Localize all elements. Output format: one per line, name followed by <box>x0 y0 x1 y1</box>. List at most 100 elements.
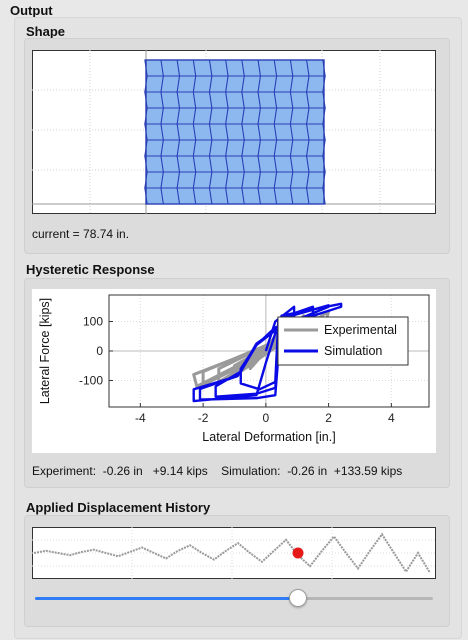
mesh-element <box>160 155 181 173</box>
mesh-element <box>192 139 213 157</box>
mesh-element <box>257 139 278 157</box>
mesh-element <box>273 123 294 141</box>
mesh-element <box>160 91 181 109</box>
mesh-element <box>241 123 262 141</box>
shape-plot <box>32 50 436 214</box>
mesh-element <box>176 107 197 125</box>
mesh-element <box>257 171 278 189</box>
mesh-element <box>289 139 310 157</box>
current-point-marker <box>292 547 304 559</box>
y-tick-label: 100 <box>83 315 103 329</box>
x-axis-label: Lateral Deformation [in.] <box>202 430 335 444</box>
mesh-element <box>273 75 294 93</box>
time-slider-fill <box>35 597 298 600</box>
mesh-element <box>241 91 262 109</box>
mesh-element <box>208 75 229 93</box>
legend-label-simulation: Simulation <box>324 344 382 358</box>
mesh-element <box>192 107 213 125</box>
mesh-element <box>144 107 164 125</box>
mesh-element <box>306 59 326 77</box>
mesh-element <box>192 187 213 205</box>
mesh-element <box>273 155 294 173</box>
mesh-element <box>273 59 294 77</box>
mesh-element <box>225 91 245 109</box>
mesh-element <box>241 187 262 205</box>
history-section-title: Applied Displacement History <box>26 500 211 515</box>
mesh-element <box>144 123 164 141</box>
mesh-element <box>225 75 245 93</box>
mesh-element <box>192 75 213 93</box>
history-canvas <box>32 527 436 579</box>
mesh-element <box>257 59 278 77</box>
x-tick-label: 2 <box>325 411 332 425</box>
mesh-element <box>160 75 181 93</box>
mesh-element <box>160 139 181 157</box>
mesh-element <box>306 91 326 109</box>
history-grid <box>32 527 436 579</box>
mesh-element <box>241 171 262 189</box>
hysteretic-legend: Experimental Simulation <box>277 316 409 366</box>
mesh-element <box>192 155 213 173</box>
experiment-force: +9.14 kips <box>152 464 208 478</box>
mesh-element <box>208 91 229 109</box>
mesh-element <box>208 171 229 189</box>
mesh-element <box>144 187 164 205</box>
mesh-element <box>208 187 229 205</box>
mesh-element <box>306 155 326 173</box>
mesh-element <box>225 187 245 205</box>
mesh-element <box>208 155 229 173</box>
experiment-label: Experiment: <box>32 464 97 478</box>
mesh-element <box>160 123 181 141</box>
mesh-element <box>273 171 294 189</box>
mesh-element <box>176 155 197 173</box>
mesh-element <box>192 123 213 141</box>
mesh-element <box>241 139 262 157</box>
y-tick-label: 0 <box>96 344 103 358</box>
mesh-element <box>257 123 278 141</box>
mesh-element <box>273 91 294 109</box>
mesh-element <box>306 171 326 189</box>
x-tick-label: 0 <box>263 411 270 425</box>
history-current-point <box>292 547 304 559</box>
shape-canvas <box>32 50 436 214</box>
mesh-element <box>257 187 278 205</box>
mesh-element <box>289 123 310 141</box>
time-slider-track[interactable] <box>35 597 433 600</box>
mesh-element <box>225 123 245 141</box>
history-plot <box>32 527 436 579</box>
mesh-element <box>306 139 326 157</box>
mesh-element <box>160 107 181 125</box>
time-slider-thumb[interactable] <box>288 589 307 607</box>
mesh-element <box>208 107 229 125</box>
hysteretic-plot: -4 -2 0 2 4 100 0 -100 Lateral Deformation [in.]… <box>38 294 430 444</box>
mesh-element <box>289 171 310 189</box>
hysteretic-section-title: Hysteretic Response <box>26 262 155 277</box>
mesh-element <box>273 187 294 205</box>
mesh-element <box>225 171 245 189</box>
mesh-element <box>289 91 310 109</box>
shape-section-title: Shape <box>26 24 66 39</box>
mesh-element <box>257 75 278 93</box>
x-tick-label: -2 <box>198 411 209 425</box>
history-line <box>33 532 431 574</box>
mesh-element <box>289 59 310 77</box>
mesh-element <box>289 75 310 93</box>
mesh-element <box>289 187 310 205</box>
x-tick-label: -4 <box>135 411 146 425</box>
mesh-element <box>225 59 245 77</box>
mesh-element <box>257 91 278 109</box>
history-series <box>33 532 431 574</box>
mesh-element <box>144 155 164 173</box>
shape-mesh <box>144 59 326 205</box>
mesh-element <box>144 171 164 189</box>
mesh-element <box>225 107 245 125</box>
mesh-element <box>160 187 181 205</box>
mesh-element <box>257 107 278 125</box>
mesh-element <box>192 171 213 189</box>
hysteretic-canvas: -4 -2 0 2 4 100 0 -100 Lateral Deformation [in.]… <box>32 289 436 453</box>
mesh-element <box>176 59 197 77</box>
mesh-element <box>225 155 245 173</box>
mesh-element <box>208 139 229 157</box>
mesh-element <box>225 139 245 157</box>
mesh-element <box>241 107 262 125</box>
